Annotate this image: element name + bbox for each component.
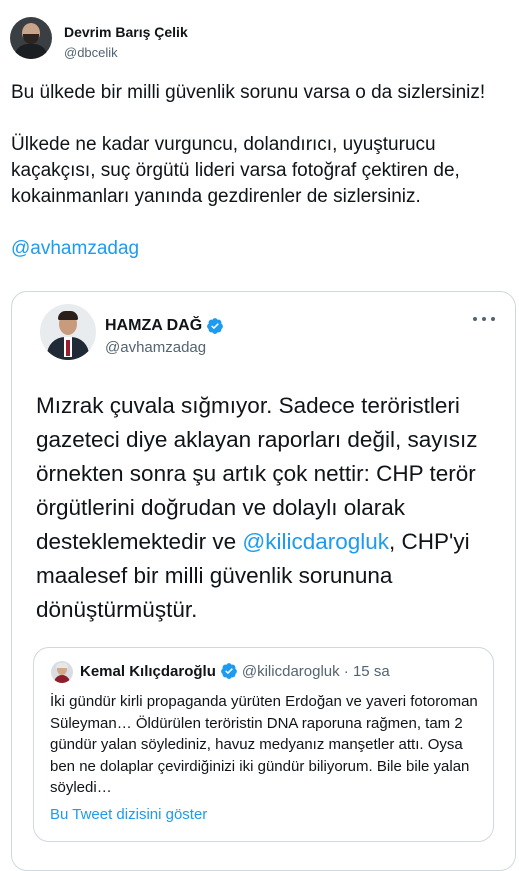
nested-tweet-text: İki gündür kirli propaganda yürüten Erdo… [50,693,478,796]
tweet-paragraph-2: Ülkede ne kadar vurguncu, dolandırıcı, u… [11,134,460,207]
author-avatar[interactable] [10,17,52,59]
nested-author-avatar[interactable] [51,661,73,683]
nested-author-name[interactable]: Kemal Kılıçdaroğlu [80,663,216,680]
quoted-author-name[interactable]: HAMZA DAĞ [105,317,202,335]
mention-link[interactable]: @avhamzadag [11,236,139,262]
quoted-author-name-row[interactable]: HAMZA DAĞ [105,317,224,335]
quoted-author-handle[interactable]: @avhamzadag [105,339,206,356]
quoted-tweet-text: Mızrak çuvala sığmıyor. Sadece teröristl… [36,389,512,627]
tweet-paragraph-1: Bu ülkede bir milli güvenlik sorunu vars… [11,82,486,103]
verified-badge-icon [206,317,224,335]
author-handle[interactable]: @dbcelik [64,45,118,60]
nested-quoted-tweet-card[interactable]: Kemal Kılıçdaroğlu @kilicdarogluk · 15 s… [33,647,494,842]
show-thread-link[interactable]: Bu Tweet dizisini göster [50,806,207,823]
tweet-text: Bu ülkede bir milli güvenlik sorunu vars… [11,80,511,262]
more-options-icon[interactable] [473,314,495,324]
quoted-author-avatar[interactable] [40,304,96,360]
verified-badge-icon [220,662,238,680]
nested-author-meta[interactable]: @kilicdarogluk · 15 sa [242,663,390,680]
nested-tweet-header: Kemal Kılıçdaroğlu @kilicdarogluk · 15 s… [80,662,390,680]
author-name[interactable]: Devrim Barış Çelik [64,24,188,40]
quoted-mention-link[interactable]: @kilicdarogluk [242,529,389,554]
